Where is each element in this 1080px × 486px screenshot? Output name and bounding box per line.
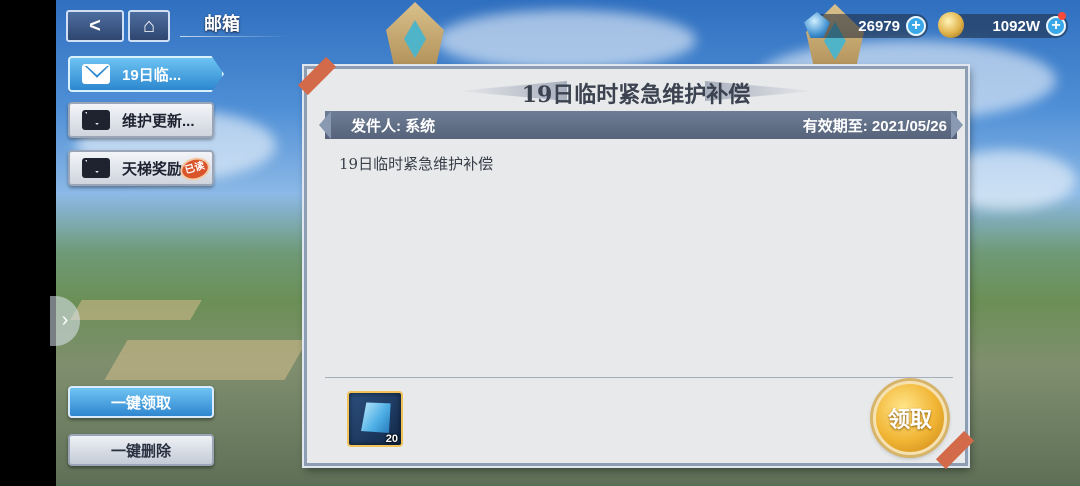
title-underline xyxy=(180,36,290,37)
mail-title: 19日临时紧急维护补偿 xyxy=(521,82,751,108)
gem-amount: 26979 xyxy=(858,17,900,35)
gem-counter: 26979 + xyxy=(804,12,928,38)
mail-body: 19日临时紧急维护补偿 xyxy=(339,155,494,173)
envelope-icon xyxy=(82,64,110,84)
mail-item-selected[interactable]: 19日临... xyxy=(68,56,224,92)
sender-bar: 发件人: 系统 有效期至: 2021/05/26 xyxy=(325,111,957,139)
mail-item-label: 19日临... xyxy=(122,66,182,84)
page-title: 邮箱 xyxy=(204,14,240,34)
mail-detail-panel: 19日临时紧急维护补偿 发件人: 系统 有效期至: 2021/05/26 19日… xyxy=(297,56,975,470)
back-button[interactable]: < xyxy=(66,10,124,42)
add-gems-button[interactable]: + xyxy=(906,16,926,36)
attachment-count: 20 xyxy=(385,433,398,445)
mail-item-label: 天梯奖励 xyxy=(122,160,183,178)
cloud xyxy=(436,10,696,70)
envelope-open-icon xyxy=(82,158,110,178)
gold-coin-icon xyxy=(938,12,964,38)
expiry-label: 有效期至: 2021/05/26 xyxy=(802,117,947,135)
arrow-left-icon: < xyxy=(89,14,101,37)
gold-counter: 1092W + xyxy=(938,12,1068,38)
gold-amount: 1092W xyxy=(992,17,1040,35)
sender-label: 发件人: 系统 xyxy=(351,117,436,135)
attachment-item[interactable]: 20 xyxy=(347,391,403,447)
notification-dot xyxy=(1058,12,1066,20)
mail-item[interactable]: 天梯奖励 已读 xyxy=(68,150,214,186)
read-badge: 已读 xyxy=(177,154,212,184)
mail-item[interactable]: 维护更新... xyxy=(68,102,214,138)
delete-all-button[interactable]: 一键删除 xyxy=(68,434,214,466)
home-icon: ⌂ xyxy=(142,14,156,37)
ground-tile xyxy=(104,340,308,380)
claim-button[interactable]: 领取 xyxy=(873,381,947,455)
envelope-icon xyxy=(82,110,110,130)
home-button[interactable]: ⌂ xyxy=(128,10,170,42)
mail-item-label: 维护更新... xyxy=(122,112,195,130)
ground-tile xyxy=(70,300,202,320)
divider xyxy=(325,377,953,378)
claim-all-button[interactable]: 一键领取 xyxy=(68,386,214,418)
gem-crystal-icon xyxy=(356,398,395,437)
